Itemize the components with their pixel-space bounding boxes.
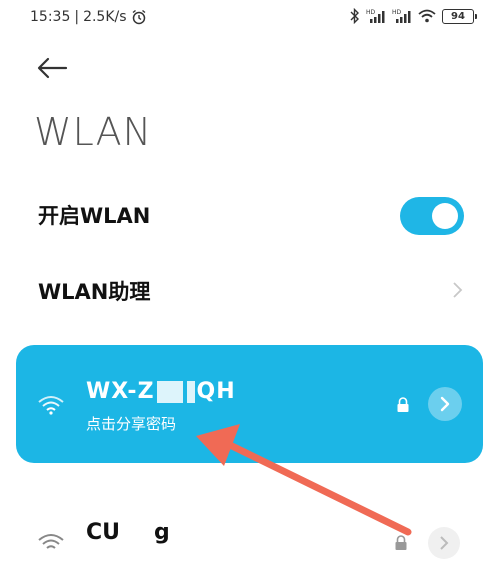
toggle-knob [432,203,458,229]
page-title: WLAN [34,110,153,154]
network-name: WX-Z QH [86,379,236,404]
lock-icon [397,397,409,412]
status-separator: | [74,9,80,25]
network-name-prefix: WX-Z [86,379,155,404]
network-details-button[interactable] [428,387,462,421]
chevron-right-icon [453,282,463,298]
signal-hd-icon: HD [366,9,385,23]
network-name-suffix: QH [196,379,236,404]
status-net-speed: 2.5K/s [83,9,127,25]
redaction-mask [156,381,183,403]
network-name-suffix: g [154,520,170,545]
alarm-icon [132,9,145,25]
status-right: HD HD 94 [350,8,477,24]
network-item[interactable]: CU g [0,505,500,559]
battery-level: 94 [451,10,465,22]
bluetooth-icon [350,8,359,24]
lock-icon [395,535,407,550]
svg-text:HD: HD [366,9,376,16]
network-name: CU g [86,520,170,545]
back-button[interactable] [34,52,70,84]
wifi-signal-icon [38,396,64,415]
back-arrow-icon [37,57,68,79]
status-bar: 15:35 | 2.5K/s HD HD 94 [0,0,500,38]
network-item-connected[interactable]: WX-Z QH 点击分享密码 [16,345,483,463]
redaction-mask [186,381,195,403]
status-left: 15:35 | 2.5K/s [30,9,147,25]
signal-hd-icon-2: HD [392,9,411,23]
network-name-prefix: CU [86,520,121,545]
wifi-signal-icon [38,534,64,549]
share-password-link[interactable]: 点击分享密码 [86,413,176,434]
svg-text:HD: HD [392,9,402,16]
redaction-mask [120,522,155,544]
wifi-status-icon [418,9,436,23]
chevron-right-icon [440,536,449,550]
chevron-right-icon [440,396,450,412]
wlan-toggle-switch[interactable] [400,197,464,235]
wlan-assistant-item[interactable]: WLAN助理 [38,276,150,306]
network-details-button[interactable] [428,527,460,559]
wlan-toggle-label: 开启WLAN [38,204,151,228]
battery-icon: 94 [442,8,477,24]
status-time: 15:35 [30,9,71,25]
